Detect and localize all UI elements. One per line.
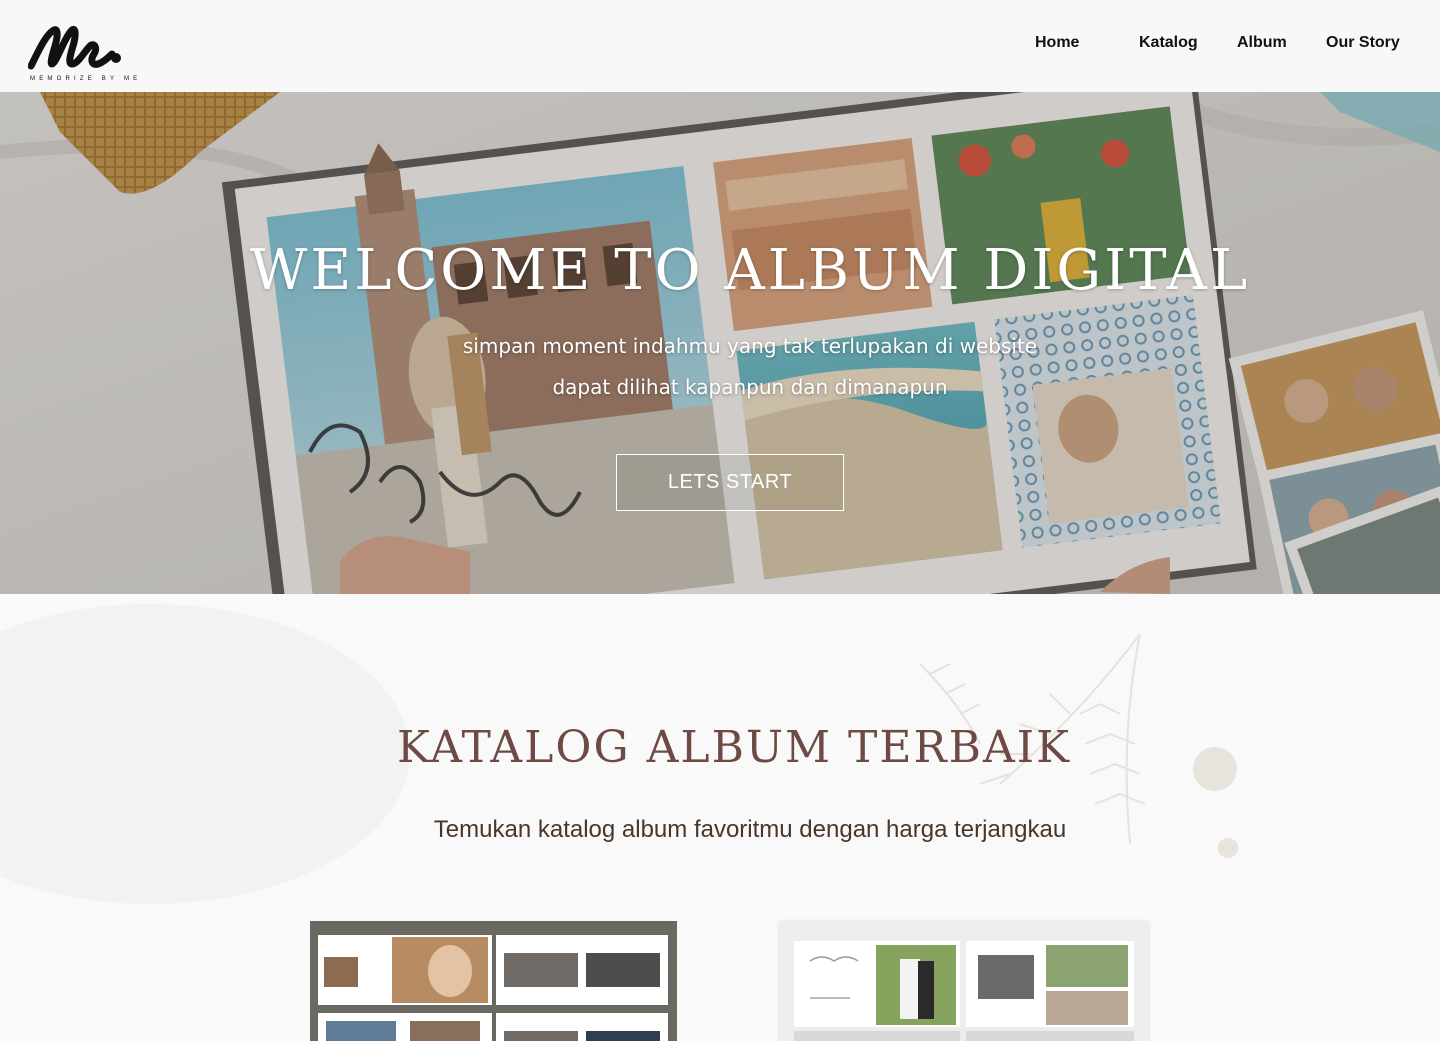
katalog-title: KATALOG ALBUM TERBAIK [396, 722, 1071, 773]
album-preview-image-2 [780, 921, 1148, 1041]
hero-banner: WELCOME TO ALBUM DIGITAL simpan moment i… [0, 92, 1440, 594]
hero-subtitle-line-1: simpan moment indahmu yang tak terlupaka… [462, 334, 1038, 358]
lets-start-button[interactable]: LETS START [616, 454, 844, 511]
nav-item-home[interactable]: Home [1035, 34, 1079, 58]
nav-item-katalog[interactable]: Katalog [1139, 34, 1198, 58]
brand-logo[interactable]: MEMORIZE BY ME [28, 22, 138, 86]
katalog-subtitle: Temukan katalog album favoritmu dengan h… [433, 816, 1067, 843]
logo-tagline: MEMORIZE BY ME [30, 76, 142, 82]
katalog-section: KATALOG ALBUM TERBAIK Temukan katalog al… [0, 594, 1440, 1041]
album-card-2[interactable] [780, 921, 1148, 1041]
hero-subtitle-line-2: dapat dilihat kapanpun dan dimanapun [552, 375, 948, 399]
album-card-1[interactable] [310, 921, 677, 1041]
logo-mark-icon [28, 25, 121, 70]
nav-item-album[interactable]: Album [1237, 34, 1287, 58]
nav-item-our-story[interactable]: Our Story [1326, 34, 1400, 58]
hero-title: WELCOME TO ALBUM DIGITAL [249, 238, 1251, 303]
album-preview-image-1 [310, 921, 677, 1041]
site-header: MEMORIZE BY ME Home Katalog Album Our St… [0, 0, 1440, 92]
